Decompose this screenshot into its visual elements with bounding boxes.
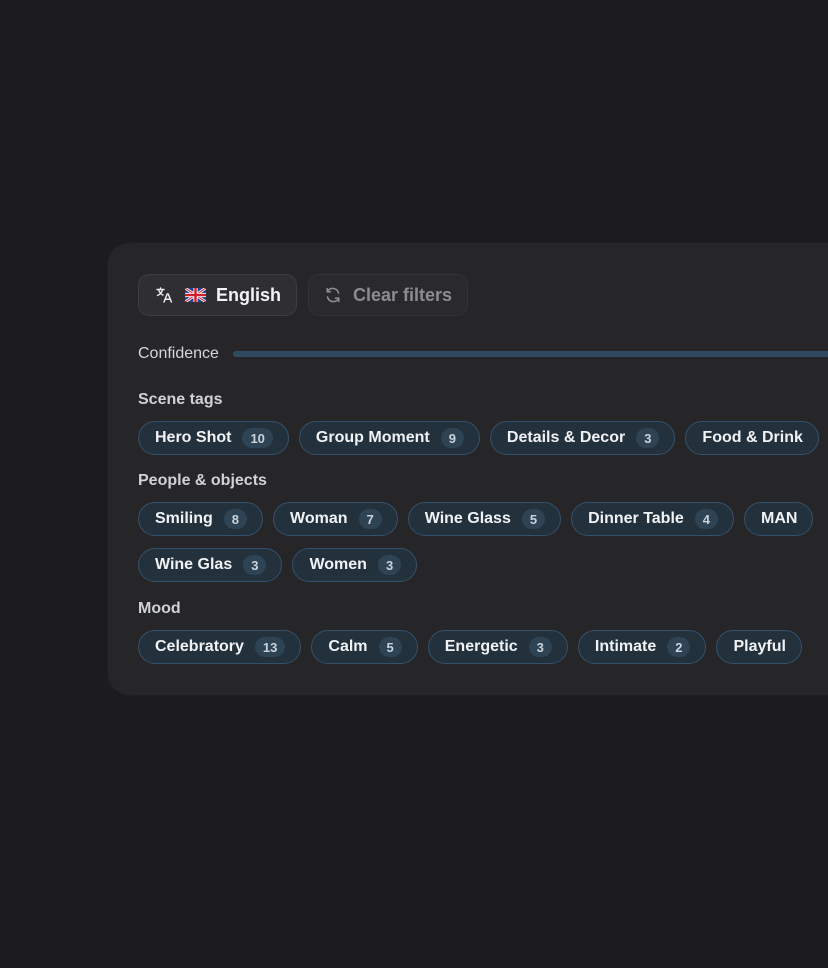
tag-chip[interactable]: Woman 7 <box>273 502 398 536</box>
tag-chip-label: Wine Glass <box>424 510 511 527</box>
tag-chip[interactable]: Energetic 3 <box>427 630 568 664</box>
tag-count-badge: 8 <box>223 509 248 529</box>
tag-chip[interactable]: Smiling 8 <box>138 502 264 536</box>
tag-chip-label: Food & Drink <box>702 429 803 446</box>
tag-chip[interactable]: Dinner Table 4 <box>571 502 735 536</box>
filter-toolbar: English Clear filters <box>138 274 469 316</box>
tag-chip[interactable]: Playful <box>716 630 802 664</box>
tag-count-badge: 5 <box>521 509 546 529</box>
confidence-slider-fill <box>232 351 828 357</box>
translate-icon <box>155 286 173 304</box>
language-button[interactable]: English <box>138 274 298 316</box>
scene-tags-heading: Scene tags <box>138 391 223 408</box>
mood-row: Celebratory 13 Calm 5 Energetic 3 Intimate 2 Pla… <box>138 630 802 664</box>
tag-count-badge: 3 <box>636 428 660 448</box>
tag-chip[interactable]: MAN <box>744 502 814 536</box>
tag-chip-label: Hero Shot <box>155 429 232 446</box>
tag-count-badge: 2 <box>667 637 691 657</box>
scene-tags-row: Hero Shot 10 Group Moment 9 Details & Decor 3… <box>138 421 819 455</box>
tag-chip[interactable]: Celebratory 13 <box>138 630 302 664</box>
tag-count-badge: 13 <box>254 637 286 657</box>
tag-count-badge: 3 <box>528 637 552 657</box>
tag-chip[interactable]: Wine Glas 3 <box>138 548 283 582</box>
people-objects-row-1: Smiling 8 Woman 7 Wine Glass 5 Dinner Table 4 MA… <box>138 502 814 536</box>
tag-chip[interactable]: Wine Glass 5 <box>407 502 562 536</box>
tag-chip-label: Dinner Table <box>588 510 684 527</box>
tag-count-badge: 4 <box>694 509 719 529</box>
tag-chip-label: Intimate <box>594 638 657 655</box>
tag-chip-label: Wine Glas <box>155 556 233 573</box>
tag-chip[interactable]: Women 3 <box>292 548 418 582</box>
tag-chip-label: Smiling <box>155 510 213 527</box>
tag-chip[interactable]: Food & Drink <box>685 421 819 455</box>
refresh-icon <box>324 286 342 304</box>
tag-chip-label: Energetic <box>444 638 518 655</box>
tag-count-badge: 3 <box>243 555 267 575</box>
tag-chip-label: Calm <box>328 638 368 655</box>
confidence-row: Confidence <box>138 345 828 363</box>
people-objects-heading: People & objects <box>138 472 267 489</box>
tag-count-badge: 9 <box>440 428 464 448</box>
language-label: English <box>216 284 282 305</box>
tag-chip-label: Details & Decor <box>506 429 626 446</box>
tag-count-badge: 7 <box>358 509 382 529</box>
mood-heading: Mood <box>138 600 181 617</box>
tag-chip-label: Group Moment <box>315 429 430 446</box>
tag-chip[interactable]: Intimate 2 <box>577 630 707 664</box>
confidence-slider[interactable] <box>232 351 828 357</box>
tag-chip-label: Celebratory <box>155 638 244 655</box>
tag-count-badge: 10 <box>242 428 273 448</box>
clear-filters-button[interactable]: Clear filters <box>308 274 469 316</box>
tag-count-badge: 5 <box>378 637 402 657</box>
people-objects-row-2: Wine Glas 3 Women 3 <box>138 548 418 582</box>
confidence-label: Confidence <box>138 345 219 362</box>
tag-chip-label: MAN <box>761 510 798 527</box>
tag-chip-label: Women <box>309 556 367 573</box>
tag-chip[interactable]: Group Moment 9 <box>298 421 480 455</box>
tag-chip[interactable]: Hero Shot 10 <box>138 421 289 455</box>
tag-chip-label: Playful <box>733 638 786 655</box>
tag-chip[interactable]: Details & Decor 3 <box>489 421 676 455</box>
tag-chip-label: Woman <box>290 510 348 527</box>
clear-filters-label: Clear filters <box>353 284 453 305</box>
filter-panel: English Clear filters Confidence Scene t… <box>108 243 828 695</box>
uk-flag-icon <box>185 288 206 302</box>
tag-chip[interactable]: Calm 5 <box>311 630 418 664</box>
tag-count-badge: 3 <box>377 555 402 575</box>
